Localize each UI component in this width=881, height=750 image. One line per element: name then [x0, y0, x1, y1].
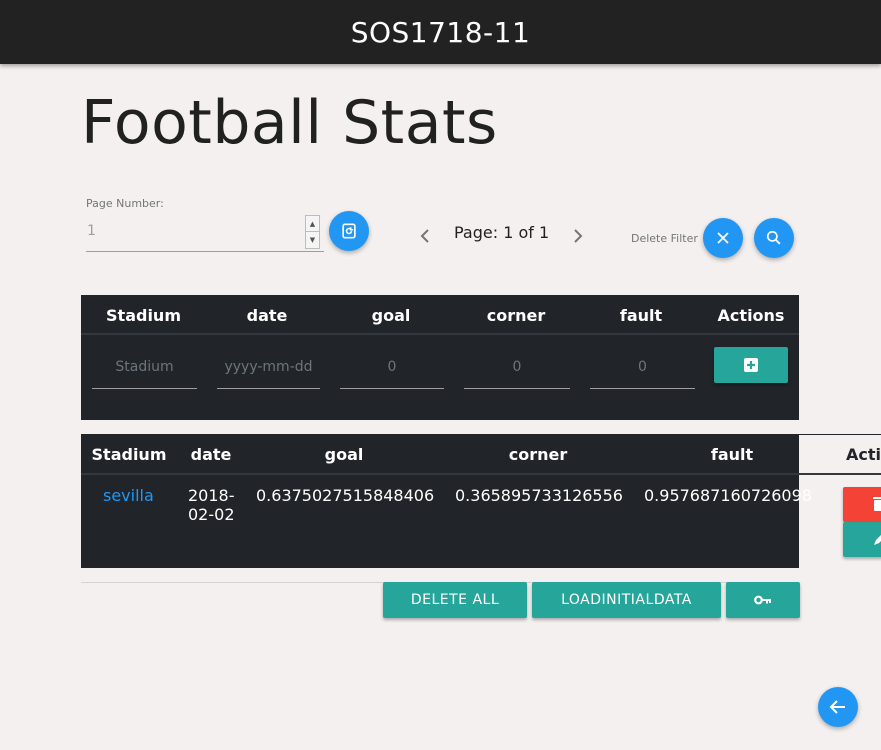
stadium-input[interactable]: Stadium	[92, 347, 197, 389]
date-input[interactable]: yyyy-mm-dd	[217, 347, 320, 389]
table-header-goal: goal	[324, 445, 364, 464]
row-corner: 0.365895733126556	[455, 486, 623, 505]
delete-row-button[interactable]	[843, 487, 881, 522]
stepper-down-icon[interactable]: ▼	[306, 232, 319, 248]
row-date-line1: 2018-	[188, 486, 235, 505]
corner-input[interactable]: 0	[464, 347, 570, 389]
table-header-divider	[81, 473, 799, 475]
row-fault: 0.957687160726098	[644, 486, 812, 505]
form-header-stadium: Stadium	[106, 306, 181, 325]
back-button[interactable]	[818, 687, 858, 727]
form-table-header: Stadium date goal corner fault Actions	[81, 295, 799, 335]
row-stadium-link[interactable]: sevilla	[103, 486, 154, 505]
edit-row-button[interactable]	[843, 522, 881, 557]
page-number-stepper[interactable]: ▲ ▼	[305, 215, 320, 249]
chevron-right-icon	[574, 229, 583, 243]
trash-icon	[873, 497, 881, 511]
corner-placeholder: 0	[512, 359, 522, 375]
add-entry-button[interactable]	[714, 347, 788, 383]
next-page-button[interactable]	[568, 224, 588, 248]
row-goal: 0.6375027515848406	[256, 486, 435, 505]
page-indicator: Page: 1 of 1	[454, 223, 550, 242]
top-app-bar: SOS1718-11	[0, 0, 881, 64]
delete-filter-button[interactable]	[703, 218, 743, 258]
arrow-left-icon	[829, 700, 845, 714]
table-header-date: date	[190, 445, 232, 464]
refresh-icon	[342, 223, 356, 239]
key-icon	[754, 595, 771, 605]
stepper-up-icon[interactable]: ▲	[306, 216, 319, 232]
delete-filter-label: Delete Filter	[631, 232, 698, 245]
previous-page-button[interactable]	[415, 224, 435, 248]
page-number-value: 1	[87, 223, 96, 239]
form-header-fault: fault	[619, 306, 663, 325]
page-number-input[interactable]: 1 ▲ ▼	[86, 212, 324, 252]
date-placeholder: yyyy-mm-dd	[224, 359, 313, 375]
app-title: SOS1718-11	[350, 15, 531, 49]
form-header-goal: goal	[371, 306, 411, 325]
form-header-corner: corner	[486, 306, 546, 325]
data-table: Stadium date goal corner fault sevilla 2…	[81, 434, 812, 568]
form-header-date: date	[246, 306, 288, 325]
delete-all-button[interactable]: DELETE ALL	[383, 582, 527, 618]
stadium-placeholder: Stadium	[115, 359, 174, 375]
table-header-actions: Actions	[846, 445, 881, 464]
row-date-line2: 02-02	[188, 505, 235, 524]
pencil-icon	[874, 535, 881, 545]
fault-placeholder: 0	[638, 359, 647, 375]
search-icon	[766, 230, 781, 245]
search-button[interactable]	[754, 218, 794, 258]
fault-input[interactable]: 0	[590, 347, 695, 389]
page-number-label: Page Number:	[86, 197, 164, 210]
chevron-left-icon	[420, 229, 429, 243]
plus-square-icon	[744, 358, 758, 372]
table-header-corner: corner	[508, 445, 568, 464]
goal-input[interactable]: 0	[340, 347, 444, 389]
goal-placeholder: 0	[387, 359, 397, 375]
load-initial-data-button[interactable]: LOADINITIALDATA	[532, 582, 721, 618]
table-header-stadium: Stadium	[91, 445, 167, 464]
form-header-actions: Actions	[717, 306, 785, 325]
refresh-page-button[interactable]	[329, 211, 369, 251]
close-icon	[717, 232, 729, 244]
api-key-button[interactable]	[726, 582, 800, 618]
page-title: Football Stats	[81, 88, 498, 158]
table-header-fault: fault	[710, 445, 754, 464]
